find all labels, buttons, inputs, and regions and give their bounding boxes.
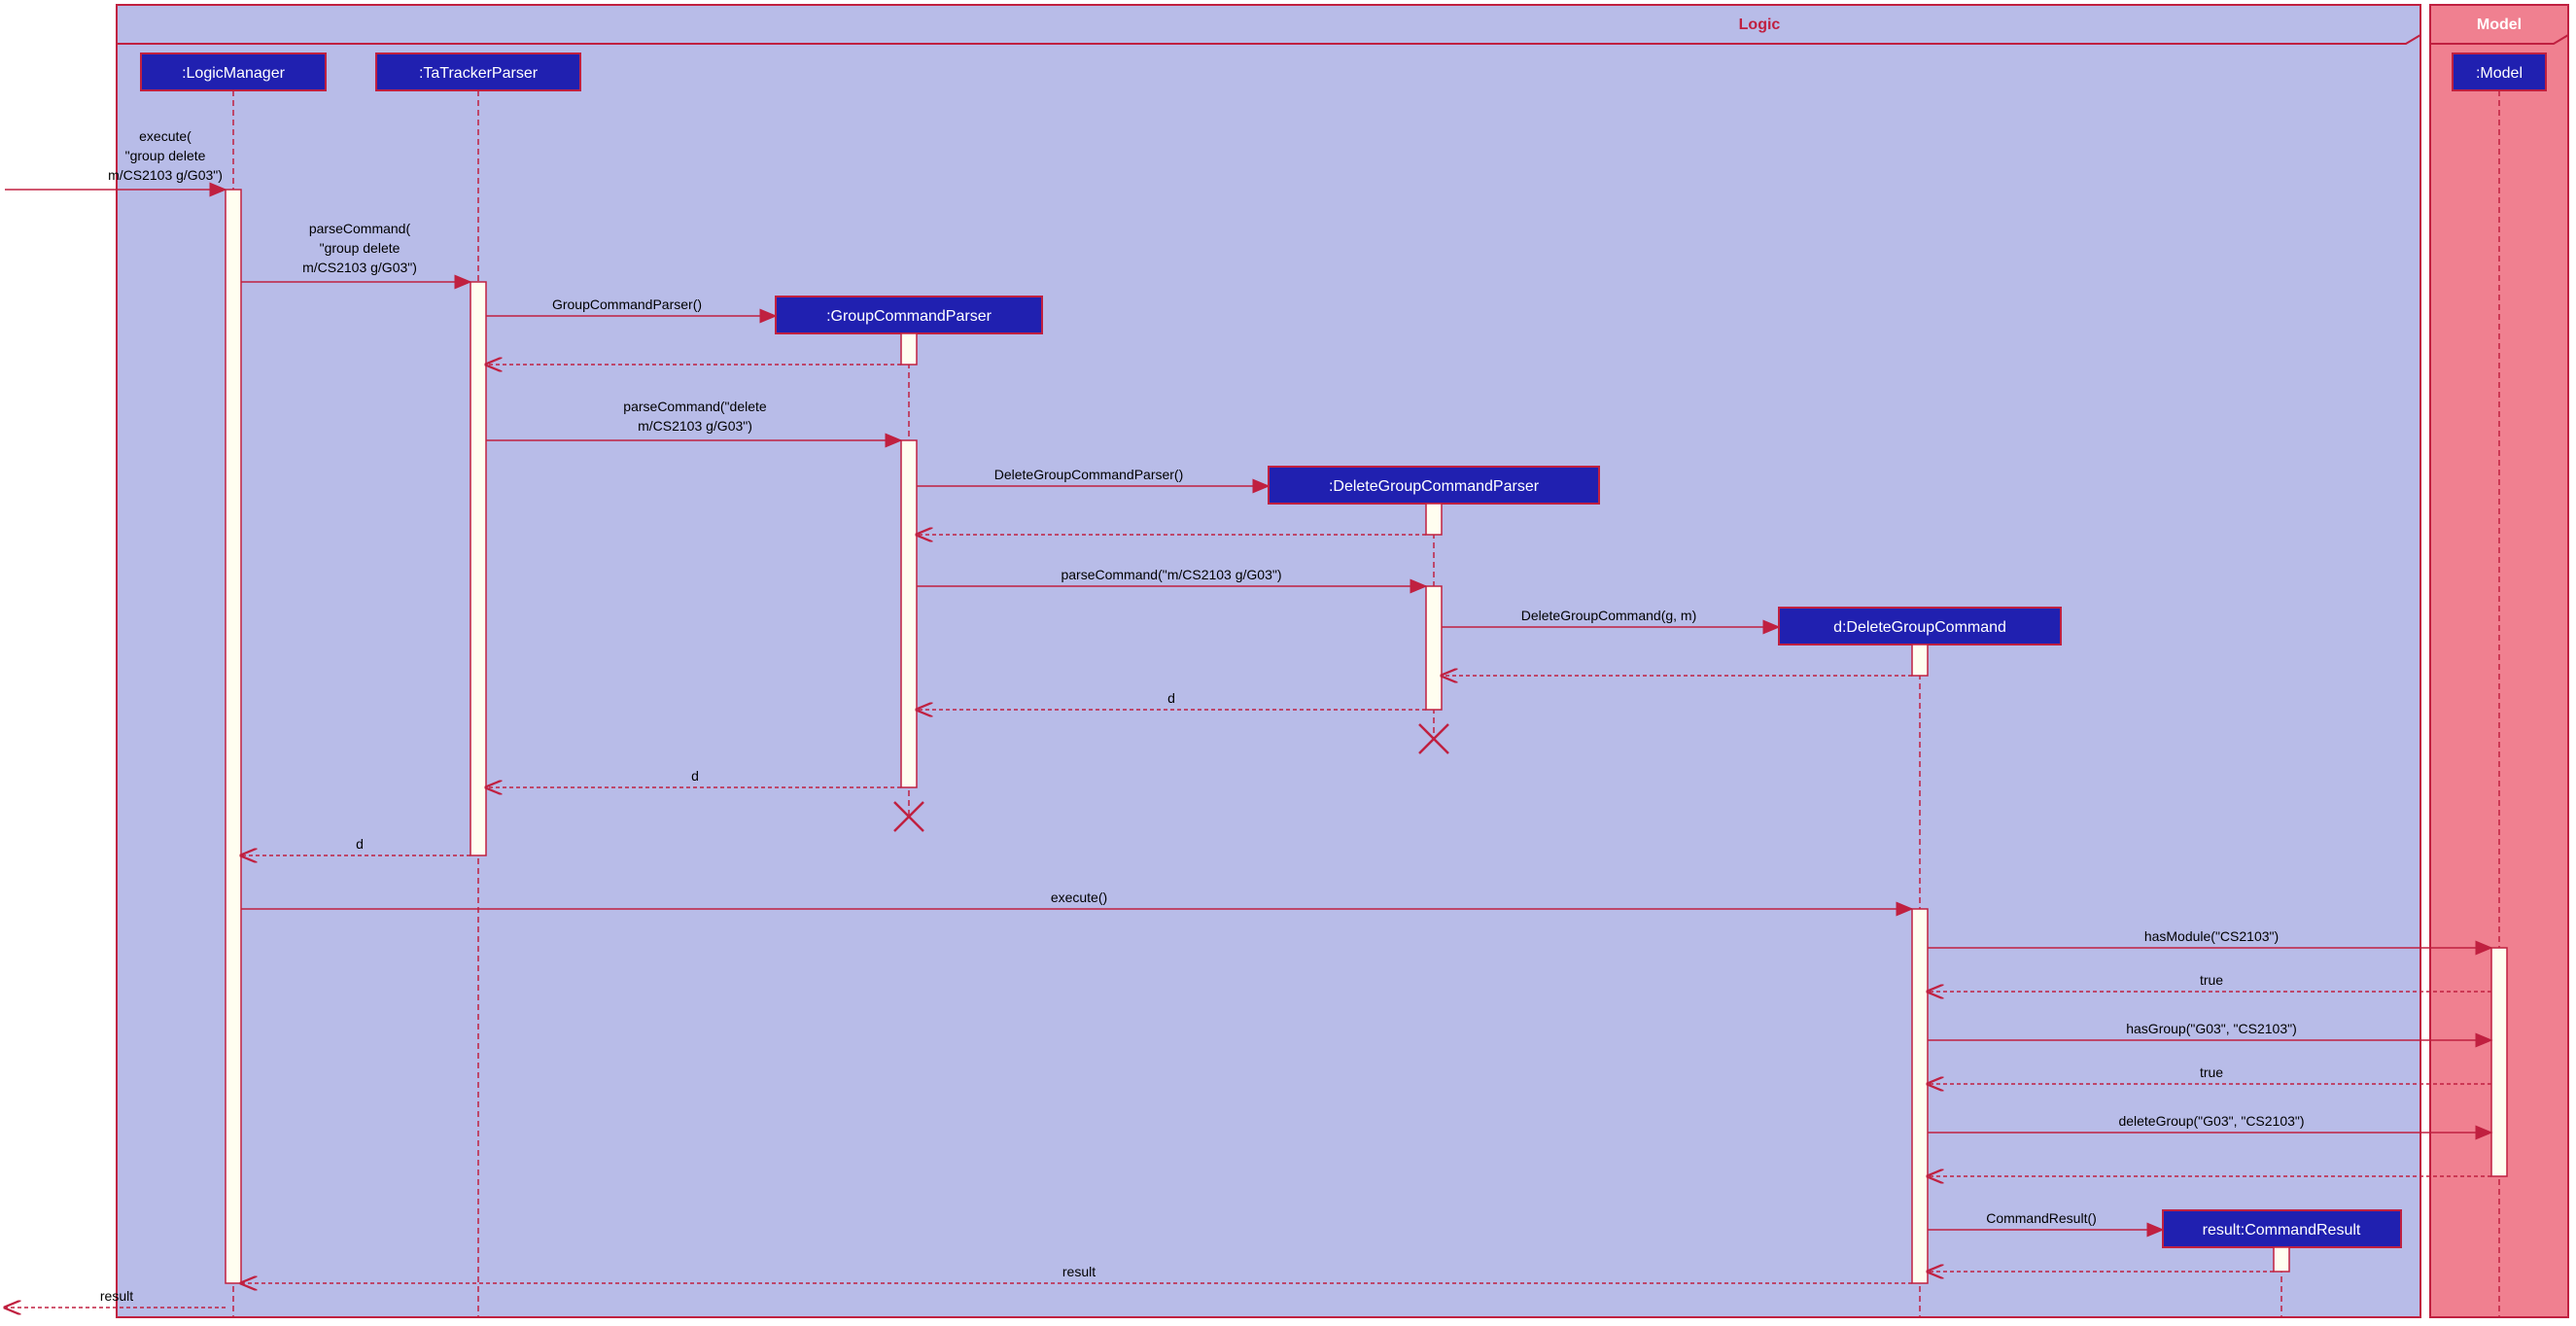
- msg-return-d-2-text: d: [691, 768, 699, 784]
- msg-execute-2-text: execute(): [1051, 890, 1107, 905]
- msg-parse-command-1-l1: parseCommand(: [309, 221, 411, 236]
- msg-execute-l1: execute(: [139, 128, 191, 144]
- msg-parse-command-3-text: parseCommand("m/CS2103 g/G03"): [1061, 567, 1281, 582]
- msg-true-2-text: true: [2200, 1064, 2223, 1080]
- ta-tracker-parser-label: :TaTrackerParser: [419, 65, 539, 82]
- logic-frame-header: [117, 5, 2420, 44]
- msg-group-cmd-parser-ctor-text: GroupCommandParser(): [552, 297, 702, 312]
- logic-manager-label: :LogicManager: [182, 65, 286, 82]
- msg-true-1-text: true: [2200, 972, 2223, 988]
- msg-result-2-text: result: [100, 1288, 133, 1304]
- del-group-parser-activation-1: [1426, 504, 1442, 535]
- msg-return-d-1-text: d: [1167, 690, 1175, 706]
- del-group-cmd-activation-1: [1912, 645, 1928, 676]
- msg-command-result-ctor-text: CommandResult(): [1986, 1210, 2097, 1226]
- group-command-parser-label: :GroupCommandParser: [826, 308, 992, 325]
- msg-has-group-text: hasGroup("G03", "CS2103"): [2126, 1021, 2297, 1036]
- msg-del-group-cmd-ctor-text: DeleteGroupCommand(g, m): [1521, 608, 1697, 623]
- msg-execute-l3: m/CS2103 g/G03"): [108, 167, 223, 183]
- del-group-cmd-activation-2: [1912, 909, 1928, 1283]
- model-activation: [2491, 948, 2507, 1176]
- model-label: :Model: [2476, 65, 2523, 82]
- logic-manager-activation: [226, 190, 241, 1283]
- group-cmd-parser-activation-2: [901, 440, 917, 787]
- ta-tracker-parser-activation: [470, 282, 486, 855]
- group-cmd-parser-activation-1: [901, 333, 917, 365]
- sequence-diagram: Logic Model :LogicManager :TaTrackerPars…: [0, 0, 2576, 1326]
- model-frame-title: Model: [2477, 17, 2522, 33]
- command-result-label: result:CommandResult: [2203, 1222, 2361, 1239]
- msg-parse-command-2-l1: parseCommand("delete: [623, 399, 767, 414]
- msg-execute-l2: "group delete: [125, 148, 206, 163]
- delete-group-command-label: d:DeleteGroupCommand: [1833, 619, 2006, 636]
- msg-parse-command-2-l2: m/CS2103 g/G03"): [638, 418, 752, 434]
- msg-return-d-3-text: d: [356, 836, 364, 852]
- command-result-activation: [2274, 1247, 2289, 1272]
- msg-parse-command-1-l3: m/CS2103 g/G03"): [302, 260, 417, 275]
- msg-parse-command-1-l2: "group delete: [320, 240, 400, 256]
- delete-group-command-parser-label: :DeleteGroupCommandParser: [1329, 478, 1540, 495]
- logic-frame: [117, 5, 2420, 1317]
- msg-del-group-parser-ctor-text: DeleteGroupCommandParser(): [994, 467, 1184, 482]
- del-group-parser-activation-2: [1426, 586, 1442, 710]
- msg-delete-group-text: deleteGroup("G03", "CS2103"): [2118, 1113, 2304, 1129]
- logic-frame-title: Logic: [1739, 17, 1781, 33]
- msg-has-module-text: hasModule("CS2103"): [2144, 928, 2279, 944]
- msg-result-1-text: result: [1062, 1264, 1096, 1279]
